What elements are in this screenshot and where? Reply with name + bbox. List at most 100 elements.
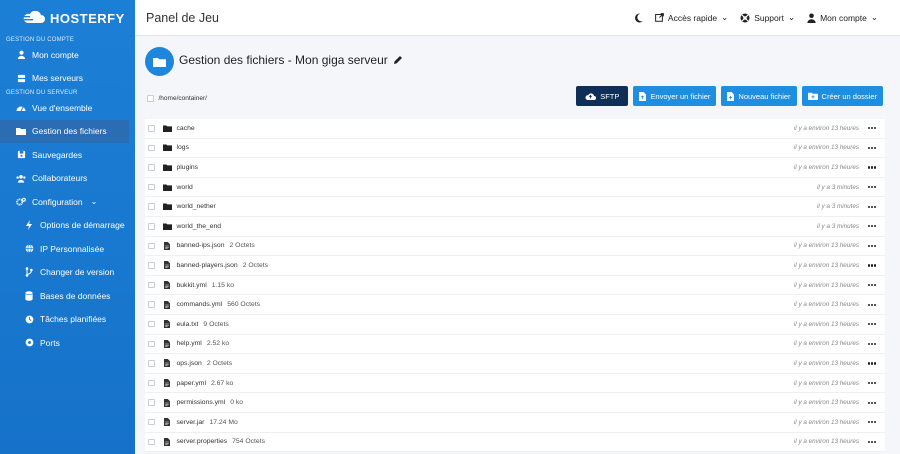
row-checkbox[interactable] [148,242,155,250]
table-row[interactable]: help.yml 2.52 ko il y a environ 13 heures [145,334,885,355]
quick-access-menu[interactable]: Accès rapide ⌄ [655,12,728,23]
row-checkbox[interactable] [148,281,155,289]
file-name[interactable]: banned-players.json [177,262,238,269]
sidebar-item-ports[interactable]: Ports [0,331,135,355]
table-row[interactable]: eula.txt 9 Octets il y a environ 13 heures [145,314,885,335]
more-options-icon[interactable] [865,146,879,149]
sidebar-item-changer-version[interactable]: Changer de version [0,261,135,285]
file-name[interactable]: banned-ips.json [177,242,225,249]
breadcrumb-path[interactable]: /home/container/ [159,95,207,102]
file-modified-date: il y a environ 13 heures [793,144,859,152]
row-checkbox[interactable] [148,438,155,446]
new-file-button[interactable]: Nouveau fichier [721,86,797,106]
support-menu[interactable]: Support ⌄ [740,12,795,23]
more-options-icon[interactable] [865,421,879,424]
file-name[interactable]: paper.yml [177,380,206,387]
file-name[interactable]: permissions.yml [177,399,226,406]
table-row[interactable]: banned-players.json 2 Octets il y a enviro… [145,256,885,276]
sidebar-item-mes-serveurs[interactable]: Mes serveurs [0,67,135,91]
sidebar-item-vue-ensemble[interactable]: Vue d'ensemble [0,96,135,120]
table-row[interactable]: world_the_end il y a 3 minutes [145,216,885,237]
file-size: 2 Octets [242,261,269,269]
table-row[interactable]: world il y a 3 minutes [145,177,885,198]
row-checkbox[interactable] [148,301,155,308]
row-checkbox[interactable] [148,320,155,328]
more-options-icon[interactable] [865,323,879,326]
table-row[interactable]: server.properties 754 Octets il y a enviro… [145,432,885,453]
create-folder-button[interactable]: Créer un dossier [801,86,883,106]
file-size: 0 ko [230,399,244,407]
file-name[interactable]: logs [177,144,189,151]
row-checkbox[interactable] [148,379,155,387]
table-row[interactable]: commands.yml 560 Octets il y a environ 13 … [145,295,885,315]
more-options-icon[interactable] [865,185,879,189]
folder-icon [162,125,172,132]
row-checkbox[interactable] [148,360,155,367]
file-name[interactable]: cache [177,125,195,132]
file-name[interactable]: plugins [177,164,199,171]
sidebar-item-gestion-fichiers[interactable]: Gestion des fichiers [0,119,129,143]
brand-logo[interactable]: HOSTERFY [0,0,135,36]
file-name[interactable]: help.yml [177,340,202,347]
sftp-button[interactable]: SFTP [576,86,629,106]
table-row[interactable]: cache il y a environ 13 heures [145,119,885,139]
more-options-icon[interactable] [865,264,879,267]
row-checkbox[interactable] [148,223,155,230]
upload-file-button[interactable]: Envoyer un fichier [633,86,717,106]
sidebar-item-configuration[interactable]: Configuration ⌄ [0,190,135,214]
file-name[interactable]: server.jar [177,419,205,426]
sidebar-item-options-demarrage[interactable]: Options de démarrage [0,214,135,238]
more-options-icon[interactable] [865,342,879,345]
dark-mode-toggle[interactable] [634,12,643,23]
more-options-icon[interactable] [865,303,879,306]
sidebar-item-ip-personnalisee[interactable]: IP Personnalisée [0,237,135,261]
sidebar-item-taches-planifiees[interactable]: Tâches planifiées [0,308,135,332]
more-options-icon[interactable] [865,440,879,443]
file-name[interactable]: bukkit.yml [177,282,207,289]
file-name[interactable]: eula.txt [177,321,199,328]
file-name[interactable]: commands.yml [177,301,223,308]
table-row[interactable]: bukkit.yml 1.15 ko il y a environ 13 heure… [145,275,885,296]
table-row[interactable]: logs il y a environ 13 heures [145,138,885,159]
row-checkbox[interactable] [148,144,155,152]
table-row[interactable]: world_nether il y a 3 minutes [145,197,885,217]
select-all-checkbox[interactable] [147,95,154,102]
sidebar-item-sauvegardes[interactable]: Sauvegardes [0,143,135,167]
more-options-icon[interactable] [865,401,879,404]
file-modified-date: il y a environ 13 heures [793,359,859,367]
file-name[interactable]: world_nether [177,203,216,210]
more-options-icon[interactable] [865,127,879,130]
more-options-icon[interactable] [865,244,879,247]
row-checkbox[interactable] [148,164,155,171]
row-checkbox[interactable] [148,399,155,406]
table-row[interactable]: permissions.yml 0 ko il y a environ 13 heu… [145,393,885,413]
table-row[interactable]: ops.json 2 Octets il y a environ 13 heures [145,354,885,374]
row-checkbox[interactable] [148,203,155,210]
row-checkbox[interactable] [148,340,155,348]
sidebar-item-bases-donnees[interactable]: Bases de données [0,284,135,308]
more-options-icon[interactable] [865,283,879,287]
row-checkbox[interactable] [148,125,155,132]
account-menu[interactable]: Mon compte ⌄ [807,12,878,23]
row-checkbox[interactable] [148,418,155,426]
file-name[interactable]: ops.json [177,360,202,367]
more-options-icon[interactable] [865,381,879,385]
row-checkbox[interactable] [148,262,155,269]
table-row[interactable]: server.jar 17.24 Mo il y a environ 13 heur… [145,412,885,433]
table-row[interactable]: paper.yml 2.67 ko il y a environ 13 heures [145,373,885,394]
sidebar-item-collaborateurs[interactable]: Collaborateurs [0,167,135,191]
file-name[interactable]: world [177,184,193,191]
more-options-icon[interactable] [865,205,879,208]
dashboard-icon [16,103,26,113]
file-name[interactable]: server.properties [177,438,228,445]
row-checkbox[interactable] [148,183,155,191]
pencil-icon[interactable] [393,55,403,65]
file-name[interactable]: world_the_end [177,223,222,230]
more-options-icon[interactable] [865,166,879,169]
sidebar-item-mon-compte[interactable]: Mon compte [0,43,135,67]
file-icon [163,300,172,309]
more-options-icon[interactable] [865,225,879,228]
more-options-icon[interactable] [865,362,879,365]
table-row[interactable]: plugins il y a environ 13 heures [145,158,885,178]
table-row[interactable]: banned-ips.json 2 Octets il y a environ 13… [145,236,885,257]
